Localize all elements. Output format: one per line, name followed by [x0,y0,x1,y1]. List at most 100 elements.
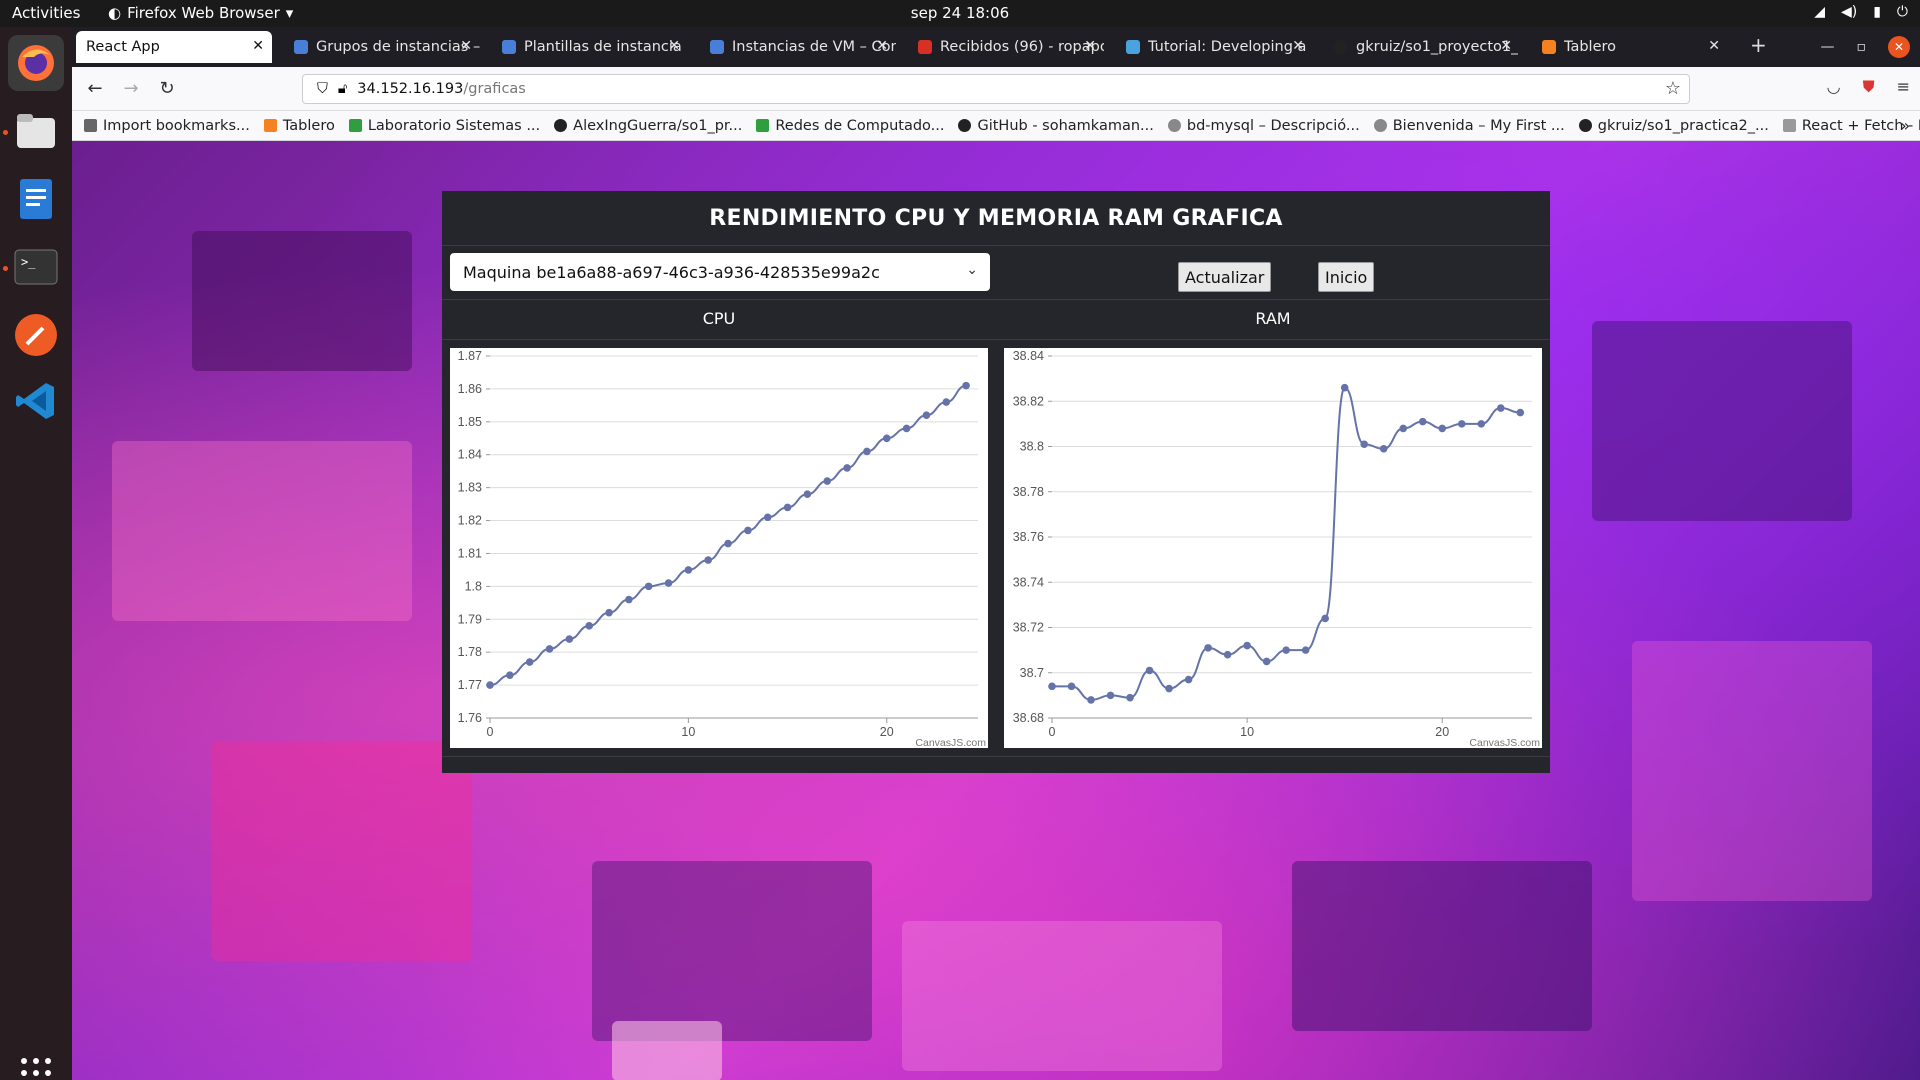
window-close-icon[interactable]: ✕ [1888,36,1910,58]
power-icon[interactable]: ⏻ [1897,4,1908,20]
data-point [585,622,593,630]
tab-plantillas-instancia[interactable]: Plantillas de instancia ✕ [492,31,688,63]
site-icon [1167,119,1181,132]
postman-dock-icon[interactable] [8,307,64,363]
tab-react-app[interactable]: React App ✕ [76,31,272,63]
data-point [644,582,653,591]
shield-icon[interactable]: ⛉ [317,81,328,97]
menu-icon[interactable]: ≡ [1897,77,1910,97]
maximize-icon[interactable]: ▫ [1857,39,1867,55]
classroom-icon [348,119,362,132]
close-icon[interactable]: ✕ [252,38,264,54]
github-icon [1578,119,1592,132]
refresh-button[interactable]: Actualizar [1178,262,1272,292]
bookmark-item[interactable]: GitHub - sohamkaman... [958,118,1154,134]
pocket-icon[interactable]: ◡ [1827,77,1841,97]
data-point [1223,650,1232,659]
data-point [962,381,970,390]
wallpaper-tile [1292,861,1592,1031]
y-tick-label: 38.82 [1013,394,1044,408]
system-tray[interactable]: ◢ ◀) ▮ ⏻ [1814,4,1908,20]
home-button[interactable]: Inicio [1318,262,1375,292]
github-icon [958,119,972,132]
cpu-chart-label: CPU [702,309,736,328]
data-point [1321,614,1329,623]
extension-icon[interactable]: ⛊ [1863,77,1875,97]
bookmark-item[interactable]: Tablero [263,118,335,134]
data-point [605,608,613,617]
close-icon[interactable]: ✕ [1708,38,1720,54]
clock[interactable]: sep 24 18:06 [911,4,1009,22]
close-icon[interactable]: ✕ [1084,38,1096,54]
url-bar[interactable]: ⛉ 🔓︎ 34.152.16.193/graficas ☆ [302,74,1690,104]
tab-gmail[interactable]: Recibidos (96) - ropapo ✕ [908,31,1104,63]
data-point [1087,696,1095,704]
app-menu[interactable]: ◐ Firefox Web Browser ▾ [108,4,293,22]
tab-tutorial[interactable]: Tutorial: Developing a ✕ [1116,31,1312,63]
bookmark-item[interactable]: Bienvenida – My First ... [1373,118,1565,134]
machine-select[interactable]: Maquina be1a6a88-a697-46c3-a936-428535e9… [450,253,990,291]
close-icon[interactable]: ✕ [1500,38,1512,54]
tab-tablero[interactable]: Tablero ✕ [1532,31,1728,63]
tab-github-proyecto[interactable]: gkruiz/so1_proyecto1_ ✕ [1324,31,1520,63]
bookmark-item[interactable]: AlexIngGuerra/so1_pr... [554,118,742,134]
y-tick-label: 1.77 [458,678,482,692]
chevron-down-icon: ▾ [285,4,294,22]
reload-icon[interactable]: ↻ [154,76,180,102]
bookmark-item[interactable]: Laboratorio Sistemas ... [348,118,540,134]
doc-favicon-icon [1126,40,1140,54]
firefox-app-icon: ◐ [108,4,122,22]
wallpaper-tile [192,231,412,371]
wallpaper-tile [902,921,1222,1071]
close-icon[interactable]: ✕ [1292,38,1304,54]
y-tick-label: 38.74 [1013,575,1044,589]
back-icon[interactable]: ← [82,76,108,102]
show-applications-icon[interactable] [18,1055,54,1080]
bookmarks-bar: Import bookmarks... Tablero Laboratorio … [72,111,1920,141]
bookmarks-overflow-icon[interactable]: » [1900,116,1910,135]
system-top-bar: Activities ◐ Firefox Web Browser ▾ sep 2… [0,0,1920,27]
y-tick-label: 38.78 [1013,485,1044,499]
battery-icon[interactable]: ▮ [1873,4,1881,20]
new-tab-button[interactable]: + [1750,33,1767,57]
writer-dock-icon[interactable] [8,171,64,227]
data-point [882,434,891,443]
tab-instancias-vm[interactable]: Instancias de VM – Con ✕ [700,31,896,63]
firefox-dock-icon[interactable] [8,35,64,91]
close-icon[interactable]: ✕ [460,38,472,54]
bookmark-item[interactable]: Import bookmarks... [84,118,250,134]
page-title: RENDIMIENTO CPU Y MEMORIA RAM GRAFICA [442,191,1550,246]
bookmark-item[interactable]: gkruiz/so1_practica2_... [1578,118,1769,134]
tab-bar: React App ✕ Grupos de instancias – ✕ Pla… [72,27,1920,67]
canvasjs-credit: CanvasJS.com [915,737,986,748]
data-point [1126,693,1134,702]
data-point [1496,404,1505,412]
forward-icon[interactable]: → [118,76,144,102]
gcp-favicon-icon [294,40,308,54]
tab-label: Instancias de VM – Con [732,39,896,55]
tab-grupos-instancias[interactable]: Grupos de instancias – ✕ [284,31,480,63]
files-dock-icon[interactable] [8,103,64,159]
data-point [922,411,931,420]
data-point [664,579,673,587]
activities-button[interactable]: Activities [12,4,80,22]
bookmark-item[interactable]: bd-mysql – Descripció... [1167,118,1360,134]
data-point [565,635,574,643]
data-point [1438,424,1447,433]
close-icon[interactable]: ✕ [876,38,888,54]
minimize-icon[interactable]: — [1821,39,1835,55]
data-point [1477,420,1486,428]
wifi-icon[interactable]: ◢ [1814,4,1825,20]
vscode-dock-icon[interactable] [8,373,64,429]
insecure-lock-icon[interactable]: 🔓︎ [338,81,347,97]
close-icon[interactable]: ✕ [668,38,680,54]
volume-icon[interactable]: ◀) [1841,4,1857,20]
site-icon [1373,119,1387,132]
x-tick-label: 0 [1049,725,1056,739]
bookmark-star-icon[interactable]: ☆ [1665,78,1681,99]
gcp-favicon-icon [710,40,724,54]
y-tick-label: 1.82 [458,514,482,528]
bookmark-item[interactable]: Redes de Computado... [756,118,944,134]
terminal-dock-icon[interactable]: >_ [8,239,64,295]
svg-text:>_: >_ [21,255,36,269]
